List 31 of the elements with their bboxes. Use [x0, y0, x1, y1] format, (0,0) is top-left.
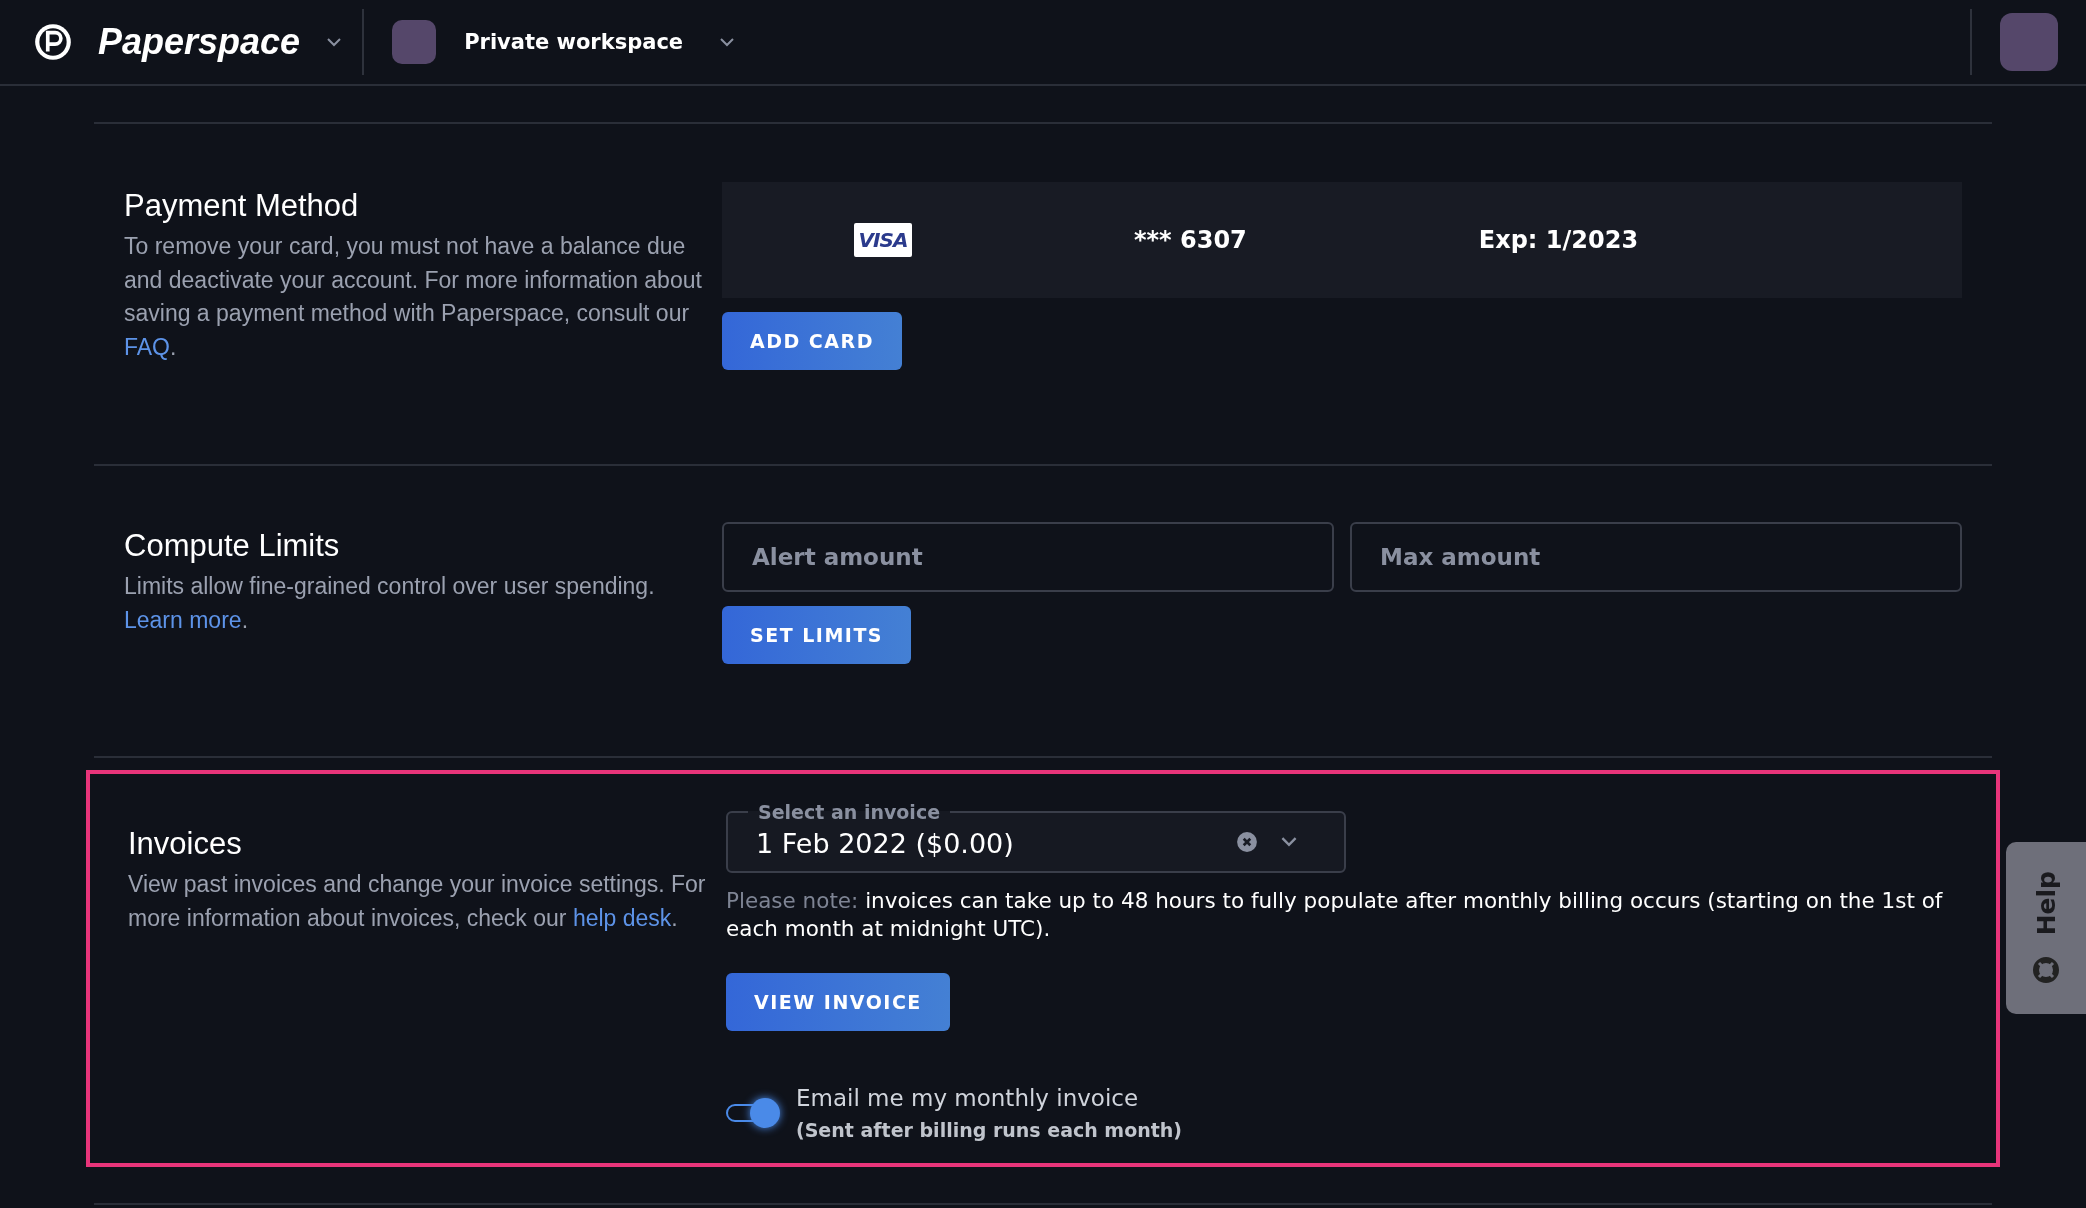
chevron-down-icon[interactable]: [1280, 836, 1298, 847]
clear-icon[interactable]: [1236, 830, 1258, 853]
card-number: *** 6307: [1134, 226, 1247, 254]
workspace-name[interactable]: Private workspace: [464, 30, 684, 54]
faq-link[interactable]: FAQ: [124, 333, 170, 360]
section-description: View past invoices and change your invoice settings. For more information about invoices, check our help desk.: [128, 870, 707, 933]
amount-field[interactable]: Max amount: [1350, 522, 1962, 592]
section-description: Limits allow fine-grained control over user spending. Learn more.: [124, 572, 656, 635]
card-expiry: Exp: 1/2023: [1478, 226, 1639, 254]
help-desk-link[interactable]: help desk: [572, 904, 672, 931]
learn-more-link[interactable]: Learn more: [124, 606, 242, 633]
visa-logo: VISA: [854, 223, 912, 257]
section-description: To remove your card, you must not have a balance due and deactivate your account. For more information about saving a payment method with Paperspace, consult our FAQ.: [124, 232, 703, 362]
section-title: Invoices: [128, 825, 243, 863]
invoice-note: Please note: invoices can take up to 48 hours to fully populate after monthly billing occurs (starting on the 1st of each month at midnight UTC).: [726, 887, 1944, 943]
logo-icon: [32, 21, 74, 63]
section-title: Payment Method: [124, 187, 360, 225]
add-card-button[interactable]: ADD CARD: [722, 312, 902, 370]
avatar-image: [392, 20, 437, 64]
brand-name[interactable]: Paperspace: [98, 21, 301, 63]
chevron-down-icon[interactable]: [326, 37, 343, 47]
lifebuoy-icon: [2031, 955, 2061, 986]
set-limits-button[interactable]: SET LIMITS: [722, 606, 912, 664]
select-label: Select an invoice: [757, 800, 942, 824]
toggle-sublabel: (Sent after billing runs each month): [796, 1118, 1183, 1143]
help-tab[interactable]: Help: [2006, 842, 2086, 1014]
section-title: Compute Limits: [124, 527, 341, 565]
amount-field[interactable]: Alert amount: [722, 522, 1334, 592]
toggle-label: Email me my monthly invoice: [796, 1084, 1140, 1113]
view-invoice-button[interactable]: VIEW INVOICE: [726, 973, 950, 1031]
chevron-down-icon[interactable]: [719, 37, 736, 47]
